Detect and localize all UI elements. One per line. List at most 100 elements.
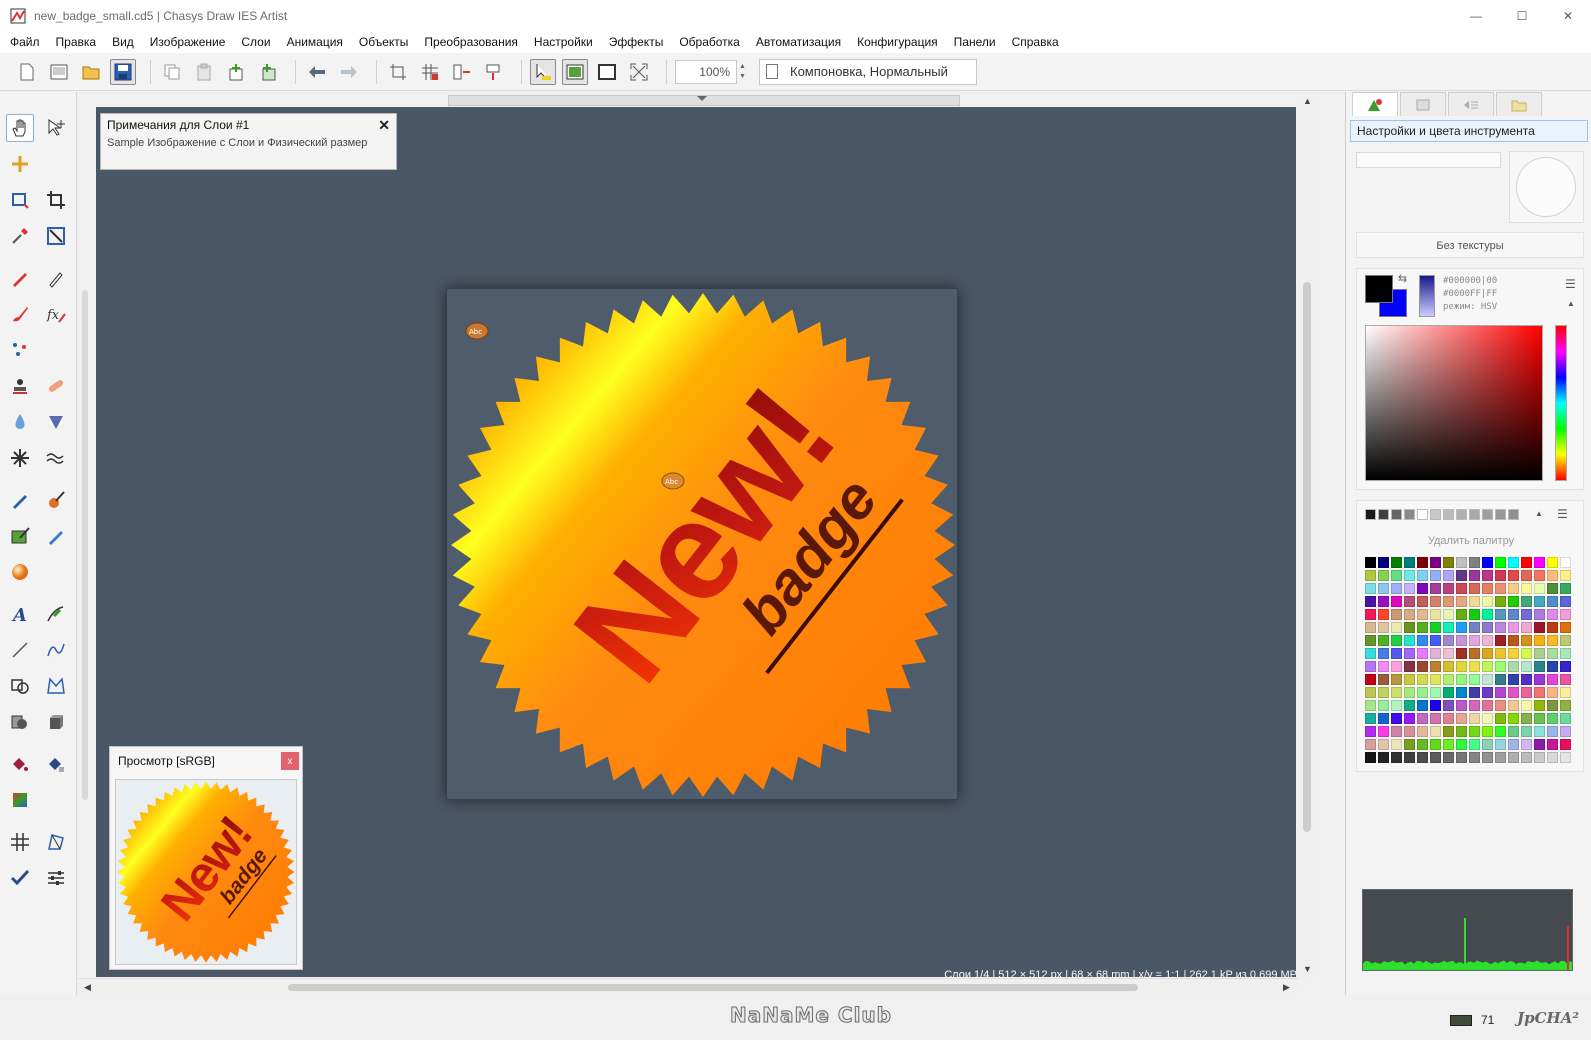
palette-swatch[interactable]	[1495, 622, 1506, 633]
pencil-icon[interactable]	[6, 264, 34, 292]
palette-swatch[interactable]	[1495, 583, 1506, 594]
palette-swatch[interactable]	[1508, 648, 1519, 659]
palette-swatch[interactable]	[1547, 570, 1558, 581]
gradient-icon[interactable]	[6, 786, 34, 814]
close-button[interactable]: ✕	[1545, 0, 1591, 31]
palette-swatch[interactable]	[1482, 648, 1493, 659]
palette-swatch[interactable]	[1560, 609, 1571, 620]
menu-view[interactable]: Вид	[104, 31, 142, 53]
adjust-sliders-icon[interactable]	[42, 864, 70, 892]
airbrush-icon[interactable]	[6, 486, 34, 514]
palette-swatch[interactable]	[1417, 583, 1428, 594]
palette-swatch[interactable]	[1469, 648, 1480, 659]
palette-swatch[interactable]	[1443, 583, 1454, 594]
3d-shape-icon[interactable]	[6, 708, 34, 736]
palette-swatch[interactable]	[1547, 635, 1558, 646]
palette-swatch[interactable]	[1534, 739, 1545, 750]
foreground-color-swatch[interactable]	[1365, 275, 1393, 303]
palette-swatch[interactable]	[1547, 674, 1558, 685]
menu-help[interactable]: Справка	[1004, 31, 1067, 53]
note-marker[interactable]: Abc	[465, 322, 489, 340]
palette-swatch[interactable]	[1417, 622, 1428, 633]
tool-preset-field[interactable]	[1356, 152, 1501, 168]
recent-color-swatch[interactable]	[1508, 509, 1519, 520]
palette-swatch[interactable]	[1456, 687, 1467, 698]
palette-swatch[interactable]	[1534, 583, 1545, 594]
palette-swatch[interactable]	[1404, 752, 1415, 763]
swap-colors-icon[interactable]: ⇆	[1398, 272, 1407, 285]
palette-swatch[interactable]	[1417, 570, 1428, 581]
palette-swatch[interactable]	[1469, 596, 1480, 607]
palette-swatch[interactable]	[1495, 700, 1506, 711]
palette-swatch[interactable]	[1495, 570, 1506, 581]
palette-swatch[interactable]	[1495, 674, 1506, 685]
redo-icon[interactable]	[336, 59, 362, 85]
maximize-button[interactable]: ☐	[1499, 0, 1545, 31]
palette-swatch[interactable]	[1417, 596, 1428, 607]
tab-history[interactable]	[1448, 92, 1494, 116]
palette-swatch[interactable]	[1560, 622, 1571, 633]
recent-color-swatch[interactable]	[1378, 509, 1389, 520]
palette-swatch[interactable]	[1508, 713, 1519, 724]
palette-swatch[interactable]	[1456, 583, 1467, 594]
palette-swatch[interactable]	[1443, 570, 1454, 581]
palette-swatch[interactable]	[1508, 609, 1519, 620]
palette-swatch[interactable]	[1534, 635, 1545, 646]
palette-swatch[interactable]	[1482, 739, 1493, 750]
palette-swatch[interactable]	[1495, 661, 1506, 672]
palette-swatch[interactable]	[1547, 726, 1558, 737]
palette-swatch[interactable]	[1378, 674, 1389, 685]
palette-swatch[interactable]	[1417, 713, 1428, 724]
path-pen-icon[interactable]	[42, 600, 70, 628]
palette-swatch[interactable]	[1534, 713, 1545, 724]
palette-swatch[interactable]	[1443, 557, 1454, 568]
palette-swatch[interactable]	[1508, 687, 1519, 698]
palette-swatch[interactable]	[1508, 557, 1519, 568]
palette-swatch[interactable]	[1482, 596, 1493, 607]
palette-swatch[interactable]	[1521, 700, 1532, 711]
palette-swatch[interactable]	[1391, 609, 1402, 620]
palette-swatch[interactable]	[1365, 752, 1376, 763]
palette-swatch[interactable]	[1417, 739, 1428, 750]
palette-swatch[interactable]	[1495, 739, 1506, 750]
palette-swatch[interactable]	[1521, 635, 1532, 646]
texture-selector[interactable]: Без текстуры	[1356, 232, 1584, 258]
recent-color-swatch[interactable]	[1404, 509, 1415, 520]
sharpen-icon[interactable]	[42, 408, 70, 436]
menu-layers[interactable]: Слои	[233, 31, 278, 53]
palette-swatch[interactable]	[1560, 700, 1571, 711]
open-folder-icon[interactable]	[78, 59, 104, 85]
minimize-button[interactable]: —	[1453, 0, 1499, 31]
heal-bandage-icon[interactable]	[42, 372, 70, 400]
menu-objects[interactable]: Объекты	[351, 31, 417, 53]
palette-swatch[interactable]	[1469, 583, 1480, 594]
palette-swatch[interactable]	[1456, 609, 1467, 620]
palette-swatch[interactable]	[1521, 570, 1532, 581]
open-image-icon[interactable]	[46, 59, 72, 85]
palette-swatch[interactable]	[1391, 726, 1402, 737]
palette-swatch[interactable]	[1404, 596, 1415, 607]
palette-swatch[interactable]	[1443, 622, 1454, 633]
palette-swatch[interactable]	[1391, 752, 1402, 763]
palette-swatch[interactable]	[1443, 687, 1454, 698]
palette-swatch[interactable]	[1391, 687, 1402, 698]
palette-swatch[interactable]	[1508, 596, 1519, 607]
palette-swatch[interactable]	[1547, 752, 1558, 763]
palette-swatch[interactable]	[1521, 661, 1532, 672]
clone-points-icon[interactable]	[6, 336, 34, 364]
palette-swatch[interactable]	[1417, 674, 1428, 685]
palette-swatch[interactable]	[1547, 622, 1558, 633]
menu-effects[interactable]: Эффекты	[601, 31, 672, 53]
palette-swatch[interactable]	[1443, 726, 1454, 737]
palette-swatch[interactable]	[1365, 609, 1376, 620]
copy-icon[interactable]	[159, 59, 185, 85]
palette-swatch[interactable]	[1456, 674, 1467, 685]
palette-swatch[interactable]	[1495, 687, 1506, 698]
palette-swatch[interactable]	[1521, 752, 1532, 763]
palette-swatch[interactable]	[1547, 648, 1558, 659]
palette-swatch[interactable]	[1560, 570, 1571, 581]
palette-swatch[interactable]	[1365, 726, 1376, 737]
palette-swatch[interactable]	[1430, 635, 1441, 646]
preview-close-button[interactable]: x	[281, 752, 299, 770]
palette-swatch[interactable]	[1404, 661, 1415, 672]
